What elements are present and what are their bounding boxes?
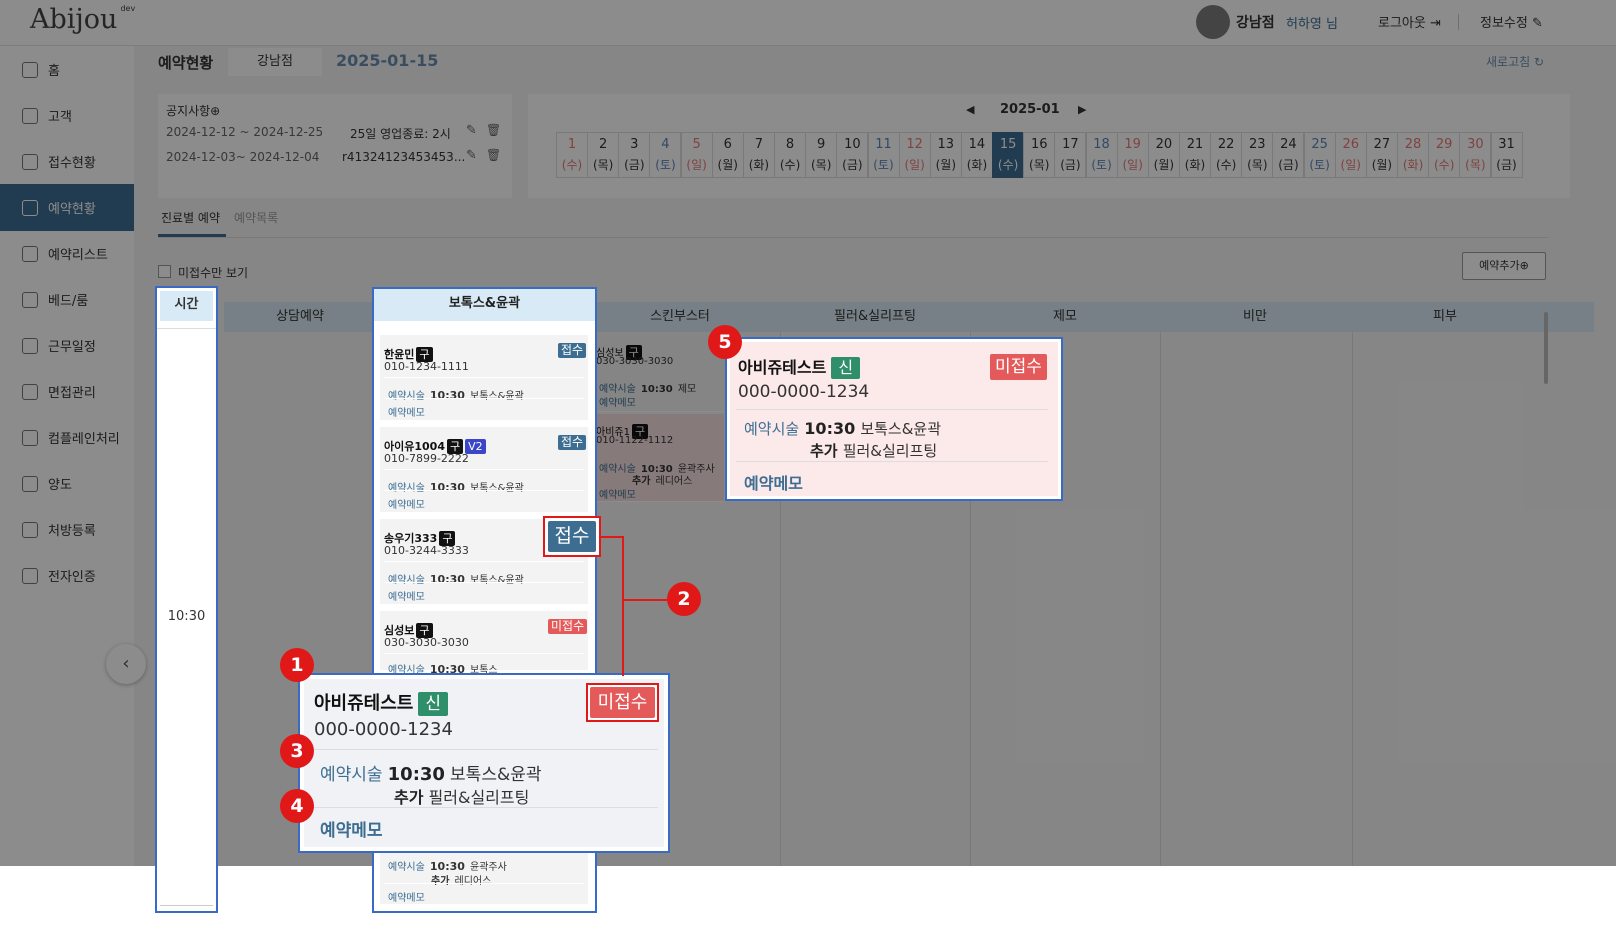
add-label: 추가: [394, 788, 424, 807]
customer-phone: 010-1234-1111: [384, 360, 469, 373]
card-divider: [384, 653, 584, 654]
add-treatment: 레디어스: [454, 876, 492, 887]
reserve-treatment: 보톡스&윤곽: [450, 765, 542, 785]
zoomed-card-body: 아비쥬테스트 신 미접수 000-0000-1234 예약시술 10:30 보톡스…: [730, 342, 1058, 496]
card-divider: [384, 561, 584, 562]
card-divider: [736, 461, 1048, 462]
memo-label: 예약메모: [388, 408, 425, 419]
not-received-button[interactable]: 미접수: [590, 687, 655, 718]
add-label: 추가: [810, 442, 838, 460]
customer-name: 아비쥬테스트: [738, 358, 827, 377]
card-divider: [384, 582, 584, 583]
zoomed-reservation-card[interactable]: 아비쥬테스트 신 000-0000-1234 예약시술 10:30 보톡스&윤곽 …: [298, 673, 670, 853]
botox-header: 보톡스&윤곽: [374, 289, 595, 321]
annotation-marker-4: 4: [280, 789, 314, 823]
annotation-marker-2: 2: [667, 582, 701, 616]
column-bottom-line: [160, 905, 213, 906]
memo-label: 예약메모: [744, 474, 803, 493]
time-slot: 10:30: [167, 609, 206, 624]
reserve-time: 10:30: [429, 573, 465, 586]
not-received-button-highlight[interactable]: 미접수: [586, 683, 659, 722]
card-divider: [384, 398, 584, 399]
memo-label: 예약메모: [320, 821, 383, 841]
annotation-marker-5: 5: [708, 325, 742, 359]
received-button-highlight[interactable]: 접수: [543, 516, 601, 557]
reserve-treatment: 보톡스&윤곽: [470, 391, 524, 402]
card-divider: [312, 807, 658, 808]
card-divider: [384, 490, 584, 491]
card-divider: [736, 409, 1048, 410]
reservation-card[interactable]: 예약시술 10:30 윤곽주사 추가 레디어스 예약메모: [380, 849, 588, 905]
memo-label: 예약메모: [388, 592, 425, 603]
reserve-time: 10:30: [429, 481, 465, 494]
time-header: 시간: [160, 291, 213, 321]
reserve-label: 예약시술: [388, 483, 425, 494]
reserve-label: 예약시술: [388, 862, 425, 873]
card-divider: [384, 469, 584, 470]
reservation-card[interactable]: 아이유1004 구 V2 010-7899-2222 접수 예약시술 10:30 보…: [380, 427, 588, 513]
new-customer-tag: 신: [831, 357, 861, 379]
reservation-card[interactable]: 한윤민 구 010-1234-1111 접수 예약시술 10:30 보톡스&윤곽 …: [380, 335, 588, 421]
received-button[interactable]: 접수: [548, 521, 596, 552]
reserve-treatment: 보톡스&윤곽: [860, 420, 942, 438]
customer-name: 아비쥬테스트: [314, 693, 414, 714]
reserve-label: 예약시술: [320, 765, 383, 785]
reserve-treatment: 보톡스&윤곽: [470, 483, 524, 494]
connector-line: [601, 536, 623, 538]
customer-phone: 030-3030-3030: [384, 636, 469, 649]
new-customer-tag: 신: [418, 692, 448, 716]
reserve-time: 10:30: [804, 419, 856, 438]
connector-line: [622, 599, 668, 601]
reserve-time: 10:30: [429, 389, 465, 402]
reservation-card[interactable]: 심성보 구 030-3030-3030 미접수 예약시술 10:30 보톡스: [380, 611, 588, 676]
received-badge[interactable]: 접수: [558, 435, 587, 450]
card-divider: [384, 883, 584, 884]
add-treatment: 필러&실리프팅: [428, 788, 530, 807]
not-received-badge[interactable]: 미접수: [548, 619, 588, 634]
received-badge[interactable]: 접수: [558, 343, 587, 358]
add-treatment: 필러&실리프팅: [842, 442, 938, 460]
customer-phone: 000-0000-1234: [314, 719, 453, 740]
zoomed-reservation-card[interactable]: 아비쥬테스트 신 미접수 000-0000-1234 예약시술 10:30 보톡스…: [725, 337, 1063, 501]
annotation-marker-1: 1: [280, 648, 314, 682]
reserve-time: 10:30: [387, 764, 445, 785]
customer-phone: 010-3244-3333: [384, 544, 469, 557]
add-label: 추가: [431, 876, 450, 887]
header-divider: [157, 328, 216, 329]
reserve-label: 예약시술: [388, 575, 425, 586]
card-divider: [312, 749, 658, 750]
connector-line: [622, 536, 624, 676]
reserve-treatment: 보톡스&윤곽: [470, 575, 524, 586]
reserve-label: 예약시술: [744, 420, 800, 438]
memo-label: 예약메모: [388, 500, 425, 511]
reserve-label: 예약시술: [388, 391, 425, 402]
customer-phone: 010-7899-2222: [384, 452, 469, 465]
time-column: 시간 10:30: [155, 286, 218, 913]
customer-phone: 000-0000-1234: [738, 382, 870, 402]
memo-label: 예약메모: [388, 893, 425, 904]
not-received-badge[interactable]: 미접수: [990, 354, 1047, 380]
card-divider: [384, 377, 584, 378]
annotation-marker-3: 3: [280, 734, 314, 768]
